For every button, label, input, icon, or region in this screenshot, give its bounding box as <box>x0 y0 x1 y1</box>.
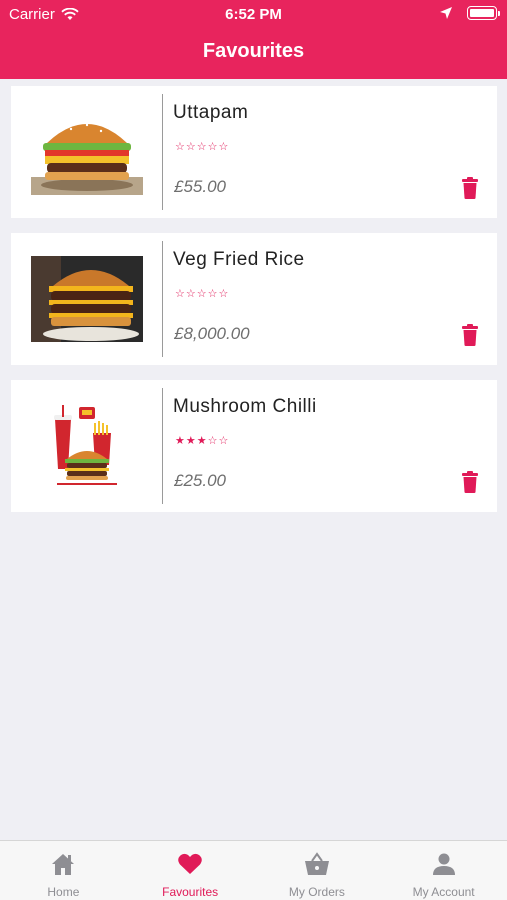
double-burger-image <box>31 256 143 342</box>
trash-icon[interactable] <box>461 324 479 346</box>
tab-bar: Home Favourites My Orders My Account <box>0 840 507 900</box>
trash-icon[interactable] <box>461 177 479 199</box>
item-price: £8,000.00 <box>174 324 250 343</box>
tab-home[interactable]: Home <box>0 841 127 900</box>
status-time: 6:52 PM <box>225 6 282 23</box>
item-name: Veg Fried Rice <box>173 249 305 270</box>
tab-favourites[interactable]: Favourites <box>127 841 254 900</box>
star-rating: ☆☆☆☆☆ <box>175 141 230 153</box>
divider <box>162 94 163 210</box>
tab-my-orders-label: My Orders <box>288 885 345 899</box>
tab-my-orders[interactable]: My Orders <box>254 841 381 900</box>
favourite-item[interactable]: Mushroom Chilli ★★★☆☆ £25.00 <box>11 380 497 512</box>
home-icon <box>52 854 75 875</box>
star-rating: ★★★☆☆ <box>175 435 230 447</box>
status-bar: Carrier 6:52 PM <box>0 0 507 28</box>
burger-image <box>31 109 143 195</box>
user-icon <box>432 853 455 875</box>
item-price: £55.00 <box>174 177 226 196</box>
item-name: Mushroom Chilli <box>173 396 317 417</box>
trash-icon[interactable] <box>461 471 479 493</box>
tab-favourites-label: Favourites <box>162 885 219 899</box>
heart-icon <box>178 853 202 874</box>
item-name: Uttapam <box>173 102 249 123</box>
divider <box>162 388 163 504</box>
combo-meal-image <box>31 403 143 489</box>
status-right <box>439 6 500 20</box>
star-rating: ☆☆☆☆☆ <box>175 288 230 300</box>
favourite-item[interactable]: Veg Fried Rice ☆☆☆☆☆ £8,000.00 <box>11 233 497 365</box>
basket-icon <box>304 852 329 875</box>
page-title: Favourites <box>202 40 305 62</box>
battery-icon <box>467 6 500 20</box>
tab-my-account[interactable]: My Account <box>380 841 507 900</box>
divider <box>162 241 163 357</box>
tab-my-account-label: My Account <box>412 885 475 899</box>
nav-header: Carrier 6:52 PM Favourites <box>0 0 507 79</box>
tab-home-label: Home <box>47 885 80 899</box>
favourite-item[interactable]: Uttapam ☆☆☆☆☆ £55.00 <box>11 86 497 218</box>
location-arrow-icon <box>440 7 452 19</box>
favourites-list: Uttapam ☆☆☆☆☆ £55.00 Veg Fried Rice ☆☆☆☆… <box>11 86 497 527</box>
item-price: £25.00 <box>174 471 226 490</box>
